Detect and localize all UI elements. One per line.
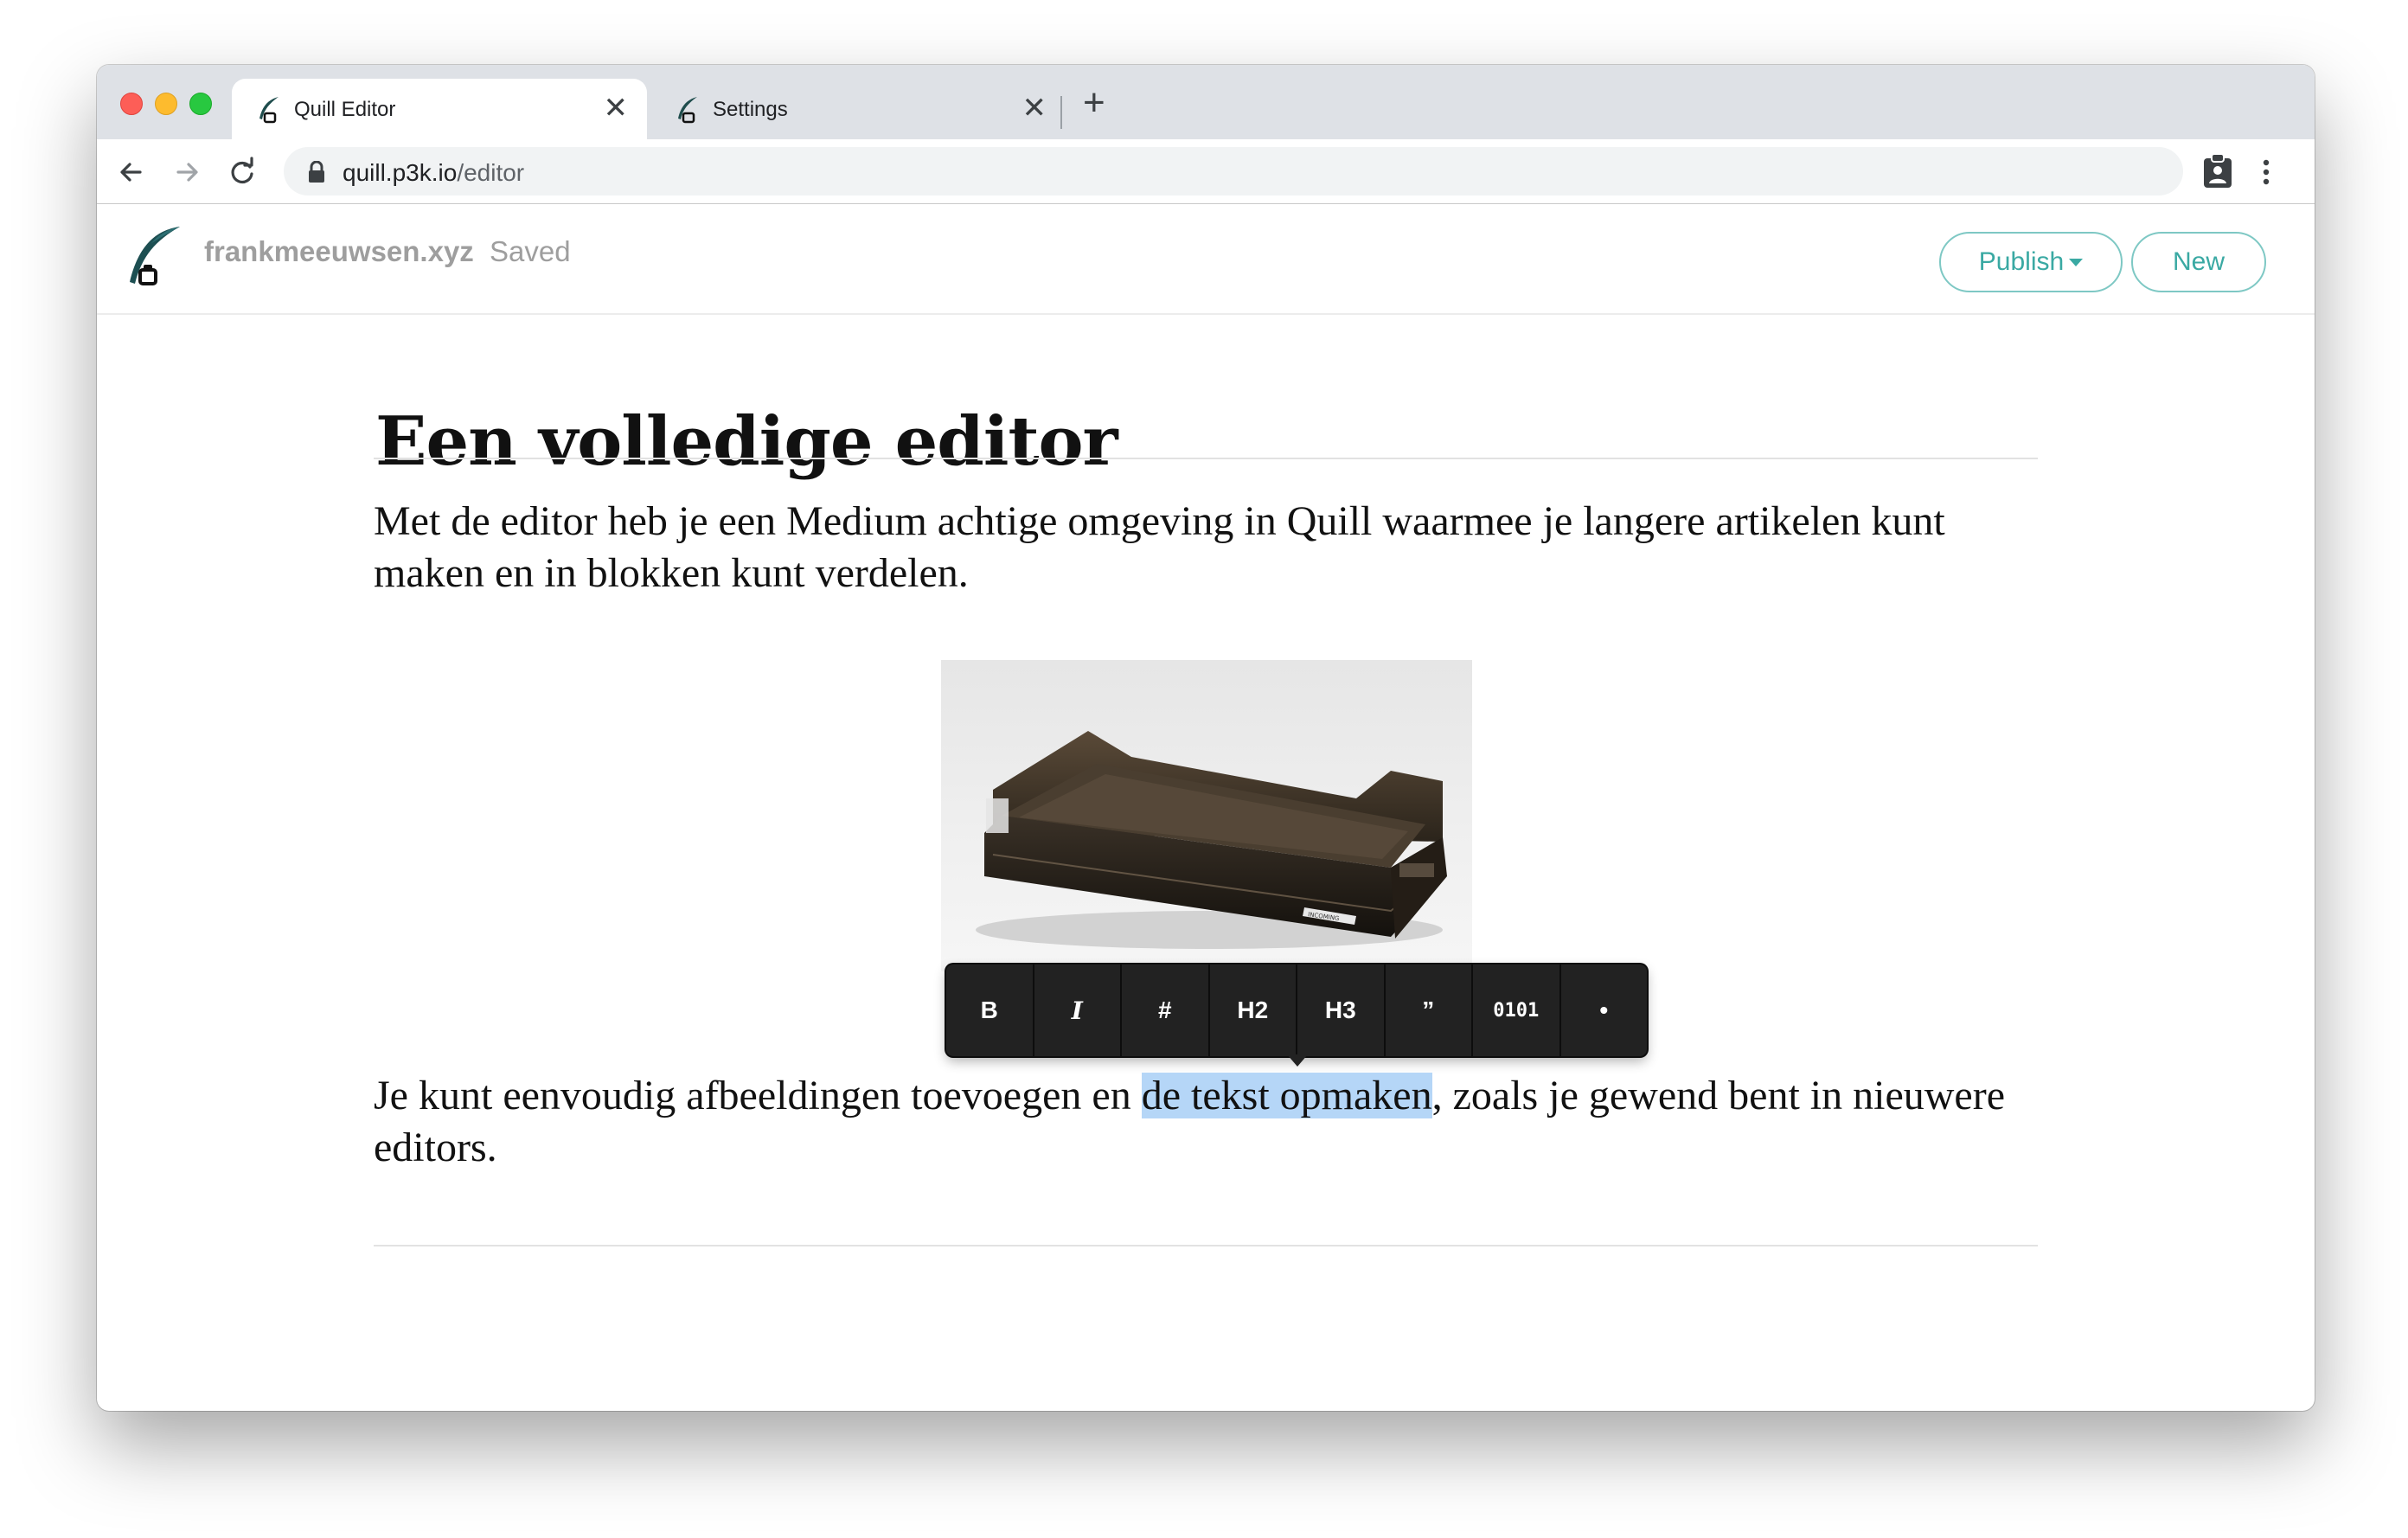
forward-arrow-icon[interactable] — [170, 155, 204, 189]
reload-icon[interactable] — [225, 155, 259, 189]
title-divider — [374, 458, 2038, 459]
clipboard-extension-icon[interactable] — [2202, 153, 2233, 189]
bold-button[interactable]: B — [946, 964, 1034, 1056]
site-name: frankmeeuwsen.xyz — [204, 235, 474, 267]
app-header: frankmeeuwsen.xyz Saved Publish New — [97, 204, 2315, 315]
publish-label: Publish — [1978, 247, 2065, 276]
paragraph-text: Je kunt eenvoudig afbeeldingen toevoegen… — [374, 1073, 1142, 1118]
save-status: Saved — [490, 235, 571, 267]
tab-settings[interactable]: Settings ✕ — [650, 79, 1066, 139]
article-title[interactable]: Een volledige editor — [375, 402, 1118, 481]
quill-favicon-icon — [678, 97, 697, 124]
format-toolbar-pointer — [1287, 1054, 1308, 1067]
selected-text[interactable]: de tekst opmaken — [1141, 1073, 1432, 1118]
browser-toolbar: quill.p3k.io/editor — [97, 139, 2315, 205]
url-host: quill.p3k.io — [343, 159, 458, 186]
quote-button[interactable]: ” — [1386, 964, 1473, 1056]
heading-button[interactable]: # — [1122, 964, 1210, 1056]
format-toolbar: B I # H2 H3 ” 0101 • — [946, 964, 1647, 1056]
new-button[interactable]: New — [2131, 232, 2266, 292]
code-button[interactable]: 0101 — [1473, 964, 1561, 1056]
url-text: quill.p3k.io/editor — [343, 159, 524, 187]
back-arrow-icon[interactable] — [114, 155, 149, 189]
close-tab-icon[interactable]: ✕ — [1022, 93, 1047, 124]
tab-strip: Quill Editor ✕ Settings ✕ + — [97, 65, 2315, 139]
new-tab-button[interactable]: + — [1083, 84, 1105, 122]
close-window-button[interactable] — [120, 93, 143, 115]
h2-button[interactable]: H2 — [1210, 964, 1297, 1056]
quill-favicon-icon — [259, 97, 279, 124]
h3-button[interactable]: H3 — [1297, 964, 1386, 1056]
letter-tray-image: INCOMING — [976, 731, 1447, 949]
quill-logo-icon — [130, 227, 180, 285]
publish-button[interactable]: Publish — [1939, 232, 2123, 292]
minimize-window-button[interactable] — [155, 93, 177, 115]
section-divider — [374, 1245, 2038, 1246]
more-options-icon[interactable] — [2259, 155, 2273, 189]
tab-label: Quill Editor — [294, 98, 396, 121]
tab-separator — [1060, 96, 1062, 129]
chevron-down-icon — [2069, 258, 2084, 266]
new-label: New — [2172, 247, 2225, 276]
browser-window: Quill Editor ✕ Settings ✕ + quill.p3k.io… — [97, 65, 2315, 1411]
url-path: /editor — [457, 159, 525, 186]
tab-label: Settings — [713, 98, 788, 121]
paragraph[interactable]: Met de editor heb je een Medium achtige … — [374, 496, 2043, 599]
tab-quill-editor[interactable]: Quill Editor ✕ — [232, 79, 647, 139]
article-image[interactable]: INCOMING — [941, 660, 1472, 971]
bullet-list-button[interactable]: • — [1561, 964, 1648, 1056]
zoom-window-button[interactable] — [189, 93, 212, 115]
paragraph[interactable]: Je kunt eenvoudig afbeeldingen toevoegen… — [374, 1070, 2043, 1174]
address-bar[interactable]: quill.p3k.io/editor — [284, 147, 2183, 195]
lock-icon — [309, 161, 324, 183]
close-tab-icon[interactable]: ✕ — [604, 93, 629, 124]
italic-button[interactable]: I — [1034, 964, 1122, 1056]
